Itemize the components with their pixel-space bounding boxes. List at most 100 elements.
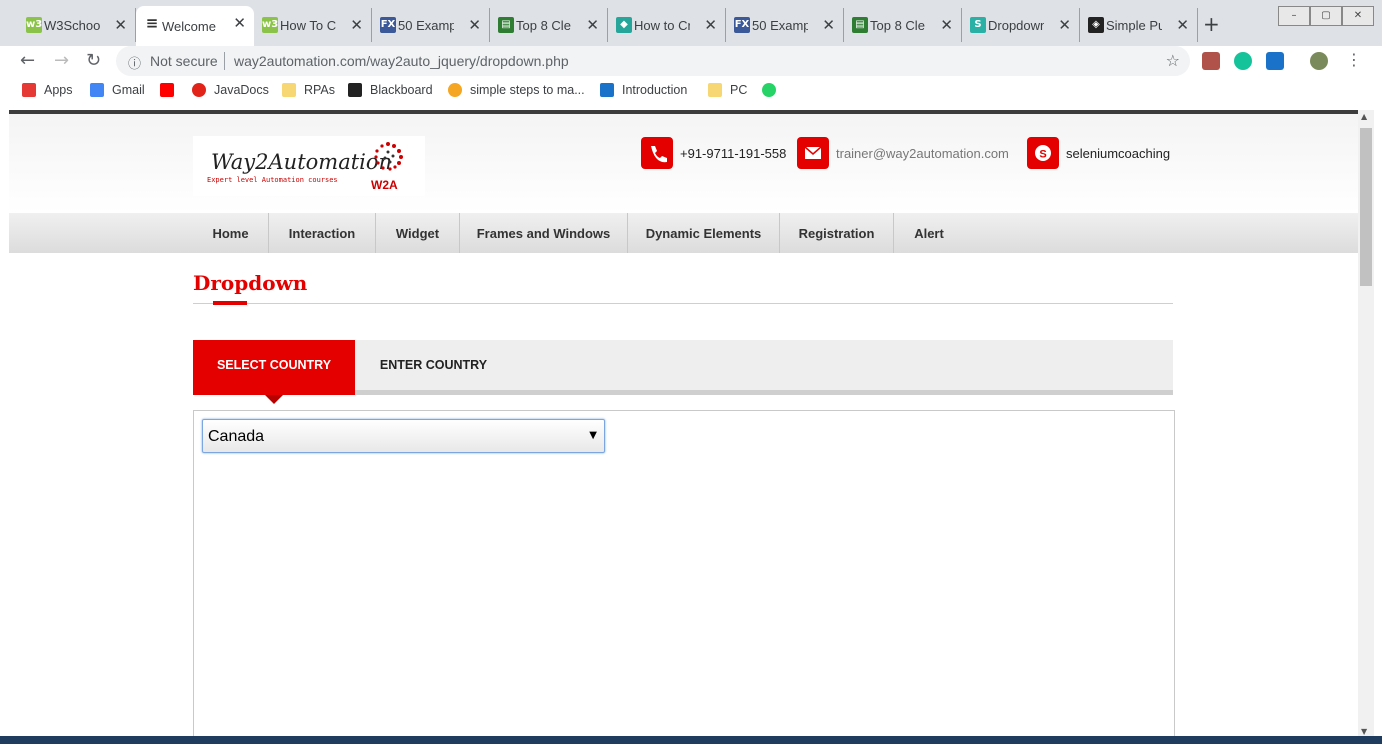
menu-icon: ≡ xyxy=(145,14,159,32)
close-tab-icon[interactable]: ✕ xyxy=(586,16,599,34)
nav-home[interactable]: Home xyxy=(193,213,269,253)
site-logo[interactable]: Way2Automation Expert level Automation c… xyxy=(193,136,425,196)
fx-icon: FX xyxy=(380,17,396,33)
bookmark-label: simple steps to ma... xyxy=(470,83,585,97)
scroll-down-icon[interactable]: ▼ xyxy=(1361,727,1367,736)
browser-tab[interactable]: ≡ Welcome ✕ xyxy=(136,6,254,46)
tab-select-country[interactable]: SELECT COUNTRY xyxy=(193,340,355,404)
skype-id: seleniumcoaching xyxy=(1066,145,1171,161)
close-tab-icon[interactable]: ✕ xyxy=(822,16,835,34)
tab-title: Welcome xyxy=(162,18,216,34)
new-tab-button[interactable]: + xyxy=(1203,12,1220,36)
forward-arrow-icon[interactable]: → xyxy=(54,50,69,71)
bookmark-item[interactable]: RPAs xyxy=(282,83,335,97)
address-bar[interactable]: ⓘ Not secure way2automation.com/way2auto… xyxy=(116,46,1190,76)
tab-title: How to Cr xyxy=(634,17,690,33)
bookmark-label: RPAs xyxy=(304,83,336,97)
browser-tab[interactable]: FX 50 Examp ✕ xyxy=(372,8,490,42)
codepen-icon: ◆ xyxy=(616,17,632,33)
nav-registration[interactable]: Registration xyxy=(780,213,894,253)
phone-icon xyxy=(641,137,673,169)
whatsapp-icon xyxy=(762,83,776,97)
page-title: Dropdown xyxy=(193,271,308,295)
chevron-down-icon: ▼ xyxy=(589,430,597,441)
browser-tab[interactable]: ◆ How to Cr ✕ xyxy=(608,8,726,42)
tab-title: Top 8 Cle xyxy=(516,17,571,33)
profile-avatar[interactable] xyxy=(1310,52,1328,70)
title-divider xyxy=(193,303,1173,304)
browser-toolbar: ← → ↻ ⓘ Not secure way2automation.com/wa… xyxy=(0,46,1382,78)
dot-icon xyxy=(448,83,462,97)
nav-interaction[interactable]: Interaction xyxy=(269,213,376,253)
bookmark-label: Introduction xyxy=(622,83,688,97)
tab-enter-country[interactable]: ENTER COUNTRY xyxy=(355,340,512,395)
bookmark-item[interactable]: Apps xyxy=(22,83,73,97)
bookmark-item[interactable]: Introduction xyxy=(600,83,687,97)
nav-frames-and-windows[interactable]: Frames and Windows xyxy=(460,213,628,253)
nav-alert[interactable]: Alert xyxy=(894,213,964,253)
reload-icon[interactable]: ↻ xyxy=(86,50,101,71)
bookmark-item[interactable]: JavaDocs xyxy=(192,83,269,97)
svg-text:S: S xyxy=(1039,149,1046,161)
bookmark-item[interactable] xyxy=(160,83,182,97)
oracle-icon xyxy=(192,83,206,97)
pdf-icon[interactable] xyxy=(1202,52,1220,70)
bookmark-item[interactable]: Gmail xyxy=(90,83,145,97)
os-taskbar xyxy=(0,736,1382,744)
back-arrow-icon[interactable]: ← xyxy=(20,50,35,71)
bookmark-label: Gmail xyxy=(112,83,145,97)
more-menu-icon[interactable]: ⋮ xyxy=(1346,50,1362,69)
browser-tab[interactable]: ▤ Top 8 Cle ✕ xyxy=(844,8,962,42)
tab-title: Simple Pu xyxy=(1106,17,1162,33)
grammarly-icon[interactable] xyxy=(1234,52,1252,70)
close-tab-icon[interactable]: ✕ xyxy=(233,14,246,32)
close-tab-icon[interactable]: ✕ xyxy=(350,16,363,34)
close-tab-icon[interactable]: ✕ xyxy=(1058,16,1071,34)
folder-icon xyxy=(282,83,296,97)
bookmark-item[interactable] xyxy=(762,83,784,97)
close-tab-icon[interactable]: ✕ xyxy=(1176,16,1189,34)
codepen-icon: ◈ xyxy=(1088,17,1104,33)
scroll-up-icon[interactable]: ▲ xyxy=(1361,112,1367,121)
page-scrollbar[interactable]: ▲ ▼ xyxy=(1358,110,1374,744)
skype-contact[interactable]: S seleniumcoaching xyxy=(1027,137,1170,169)
sheet-icon: ▤ xyxy=(498,17,514,33)
browser-tab[interactable]: w3 How To Cr ✕ xyxy=(254,8,372,42)
logo-dots-icon xyxy=(374,142,403,171)
bookmark-label: Apps xyxy=(44,83,73,97)
url-text[interactable]: way2automation.com/way2auto_jquery/dropd… xyxy=(234,53,569,69)
browser-tab[interactable]: w3W3Schools ✕ xyxy=(18,8,136,42)
tab-title: Top 8 Cle xyxy=(870,17,925,33)
close-tab-icon[interactable]: ✕ xyxy=(114,16,127,34)
bookmark-label: Blackboard xyxy=(370,83,433,97)
browser-tab-strip: w3W3Schools✕≡Welcome✕w3How To Cr✕FX50 Ex… xyxy=(0,0,1382,46)
email-contact[interactable]: trainer@way2automation.com xyxy=(797,137,1009,169)
bookmark-item[interactable]: simple steps to ma... xyxy=(448,83,585,97)
close-tab-icon[interactable]: ✕ xyxy=(704,16,717,34)
close-tab-icon[interactable]: ✕ xyxy=(940,16,953,34)
browser-tab[interactable]: ▤ Top 8 Cle ✕ xyxy=(490,8,608,42)
bookmark-item[interactable]: PC xyxy=(708,83,747,97)
close-tab-icon[interactable]: ✕ xyxy=(468,16,481,34)
uipath-icon[interactable] xyxy=(1266,52,1284,70)
tab-title: 50 Examp xyxy=(398,17,454,33)
close-window-button[interactable]: ✕ xyxy=(1342,6,1374,26)
bookmark-item[interactable]: Blackboard xyxy=(348,83,433,97)
uipath-icon xyxy=(600,83,614,97)
info-icon[interactable]: ⓘ xyxy=(128,53,141,72)
browser-tab[interactable]: ◈ Simple Pu ✕ xyxy=(1080,8,1198,42)
logo-mark: W2A xyxy=(371,178,398,192)
main-nav: Home Interaction Widget Frames and Windo… xyxy=(9,213,1358,253)
country-select[interactable]: Canada ▼ xyxy=(202,419,605,453)
browser-tab[interactable]: FX 50 Examp ✕ xyxy=(726,8,844,42)
browser-tab[interactable]: S Dropdown ✕ xyxy=(962,8,1080,42)
tab-title: W3Schools xyxy=(44,17,100,33)
bookmark-star-icon[interactable]: ☆ xyxy=(1166,51,1180,70)
minimize-button[interactable]: – xyxy=(1278,6,1310,26)
nav-dynamic-elements[interactable]: Dynamic Elements xyxy=(628,213,780,253)
phone-contact[interactable]: +91-9711-191-558 xyxy=(641,137,786,169)
nav-widget[interactable]: Widget xyxy=(376,213,460,253)
scrollbar-thumb[interactable] xyxy=(1360,128,1372,286)
maximize-button[interactable]: ▢ xyxy=(1310,6,1342,26)
skype-icon: S xyxy=(1027,137,1059,169)
